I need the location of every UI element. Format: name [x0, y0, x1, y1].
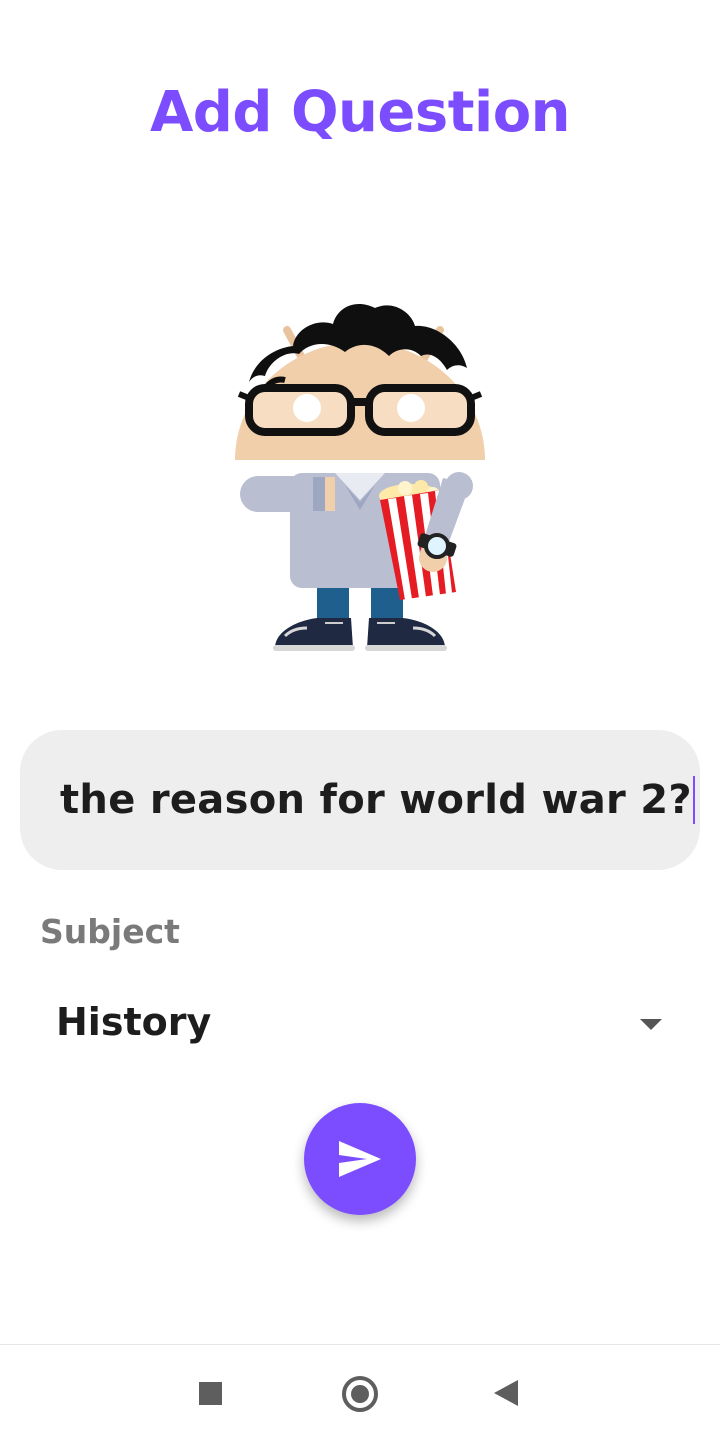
send-button[interactable] [304, 1103, 416, 1215]
home-dot [351, 1385, 369, 1403]
text-cursor [692, 776, 695, 824]
home-circle-icon[interactable] [342, 1376, 378, 1412]
question-input[interactable]: the reason for world war 2? [20, 730, 700, 870]
page-title: Add Question [149, 80, 571, 145]
send-icon [339, 1141, 381, 1177]
subject-label: Subject [40, 912, 180, 951]
question-input-text: the reason for world war 2? [60, 777, 692, 823]
subject-selected-value: History [56, 1000, 212, 1044]
android-mascot-illustration [235, 303, 485, 651]
chevron-down-icon [640, 1019, 662, 1030]
system-navigation-bar [0, 1344, 720, 1441]
recents-square-icon[interactable] [199, 1382, 222, 1405]
subject-dropdown[interactable]: History [40, 990, 680, 1060]
back-triangle-icon[interactable] [494, 1380, 518, 1406]
